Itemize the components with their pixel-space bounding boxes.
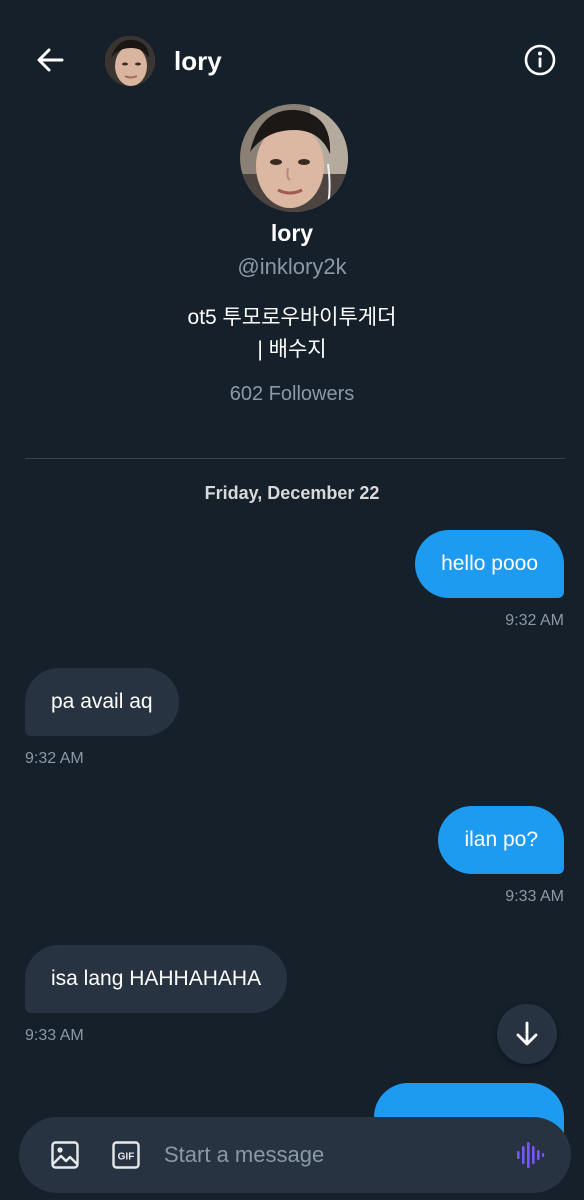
- sent-message-bubble[interactable]: hello pooo: [415, 530, 564, 598]
- profile-bio: ot5 투모로우바이투게더 | 배수지: [0, 302, 584, 366]
- message-timestamp: 9:33 AM: [25, 1027, 84, 1044]
- received-message-bubble[interactable]: pa avail aq: [25, 668, 179, 736]
- followers-count[interactable]: 602 Followers: [0, 383, 584, 406]
- header-username[interactable]: lory: [174, 46, 222, 77]
- message-input[interactable]: [164, 1137, 494, 1173]
- message-text: isa lang HAHHAHAHA: [51, 967, 262, 990]
- voice-message-button[interactable]: [514, 1139, 546, 1171]
- date-separator: Friday, December 22: [204, 483, 380, 503]
- message-timestamp: 9:32 AM: [505, 612, 564, 629]
- info-circle-icon: [524, 44, 556, 76]
- arrow-left-icon: [37, 48, 64, 72]
- profile-avatar[interactable]: [240, 104, 348, 212]
- dm-conversation-screen: lory lory @inklory2k ot5 투모로우바이투게더 | 배수지: [0, 0, 584, 1200]
- received-message-bubble[interactable]: isa lang HAHHAHAHA: [25, 945, 288, 1013]
- gif-icon: GIF: [112, 1141, 140, 1169]
- message-timestamp: 9:33 AM: [505, 888, 564, 905]
- scroll-to-bottom-button[interactable]: [497, 1004, 557, 1064]
- info-button[interactable]: [520, 40, 560, 80]
- message-text: hello pooo: [441, 552, 538, 575]
- profile-bio-line: ot5 투모로우바이투게더: [187, 306, 397, 329]
- conversation-header: lory: [0, 0, 584, 120]
- message-timestamp: 9:32 AM: [25, 750, 84, 767]
- profile-bio-line: | 배수지: [257, 338, 327, 361]
- sent-message-bubble[interactable]: ilan po?: [438, 806, 564, 874]
- header-avatar[interactable]: [105, 36, 155, 86]
- back-button[interactable]: [30, 40, 70, 80]
- image-icon: [51, 1141, 79, 1169]
- profile-display-name[interactable]: lory: [0, 220, 584, 247]
- message-text: ilan po?: [464, 828, 538, 851]
- arrow-down-icon: [516, 1021, 538, 1046]
- add-image-button[interactable]: [49, 1139, 81, 1171]
- divider: [25, 458, 565, 459]
- message-composer: GIF: [19, 1117, 571, 1193]
- message-text: pa avail aq: [51, 690, 153, 713]
- gif-label: GIF: [118, 1152, 135, 1163]
- add-gif-button[interactable]: GIF: [110, 1139, 142, 1171]
- profile-handle[interactable]: @inklory2k: [0, 254, 584, 280]
- voice-waveform-icon: [517, 1142, 545, 1168]
